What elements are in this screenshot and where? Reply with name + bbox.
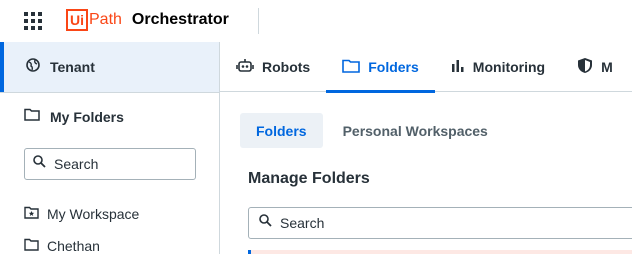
subtab-personal-workspaces[interactable]: Personal Workspaces — [327, 113, 504, 148]
search-icon — [259, 214, 272, 232]
sidebar-search-input[interactable] — [54, 156, 184, 172]
app-launcher-icon[interactable] — [24, 12, 42, 30]
alert-banner — [248, 250, 632, 254]
header-divider — [258, 8, 259, 34]
sidebar-item-my-folders[interactable]: My Folders — [0, 92, 219, 140]
product-name: Orchestrator — [131, 11, 229, 28]
tab-label: M — [601, 59, 613, 75]
tab-folders[interactable]: Folders — [326, 42, 435, 93]
robot-icon — [236, 58, 254, 77]
tab-label: Monitoring — [472, 59, 546, 75]
tree-item-label: My Workspace — [47, 206, 140, 222]
tab-more[interactable]: M — [561, 42, 629, 92]
logo-box: Ui — [66, 9, 88, 31]
shield-icon — [577, 57, 593, 77]
folder-icon — [24, 108, 40, 126]
tree-item-label: Chethan — [47, 238, 100, 254]
tab-robots[interactable]: Robots — [220, 42, 326, 92]
subtab-folders[interactable]: Folders — [240, 113, 323, 148]
search-icon — [33, 155, 46, 173]
workspace-folder-icon — [24, 206, 39, 222]
sidebar-item-label: Tenant — [50, 59, 95, 75]
globe-icon — [26, 57, 40, 77]
top-header: Ui Path Orchestrator — [0, 0, 632, 42]
sidebar-item-label: My Folders — [50, 108, 124, 125]
uipath-logo[interactable]: Ui Path Orchestrator — [66, 9, 229, 31]
folder-sidebar: Tenant My Folders My Workspace — [0, 42, 220, 254]
logo-path: Path — [89, 11, 122, 28]
main-nav-tabs: Robots Folders Monitoring M — [220, 42, 632, 93]
folder-icon — [342, 59, 361, 76]
tree-item-chethan[interactable]: Chethan — [24, 238, 100, 254]
sidebar-search-field[interactable] — [24, 148, 196, 180]
tree-item-my-workspace[interactable]: My Workspace — [24, 206, 139, 222]
main-search-field[interactable] — [248, 207, 632, 239]
bar-chart-icon — [451, 59, 465, 76]
sidebar-item-tenant[interactable]: Tenant — [0, 42, 219, 92]
page-title: Manage Folders — [248, 170, 370, 187]
tab-label: Folders — [368, 59, 419, 75]
folder-icon — [24, 238, 39, 254]
main-search-input[interactable] — [280, 215, 580, 231]
tab-monitoring[interactable]: Monitoring — [435, 42, 561, 92]
tab-label: Robots — [262, 59, 311, 75]
folder-subtabs: Folders Personal Workspaces — [240, 113, 508, 148]
